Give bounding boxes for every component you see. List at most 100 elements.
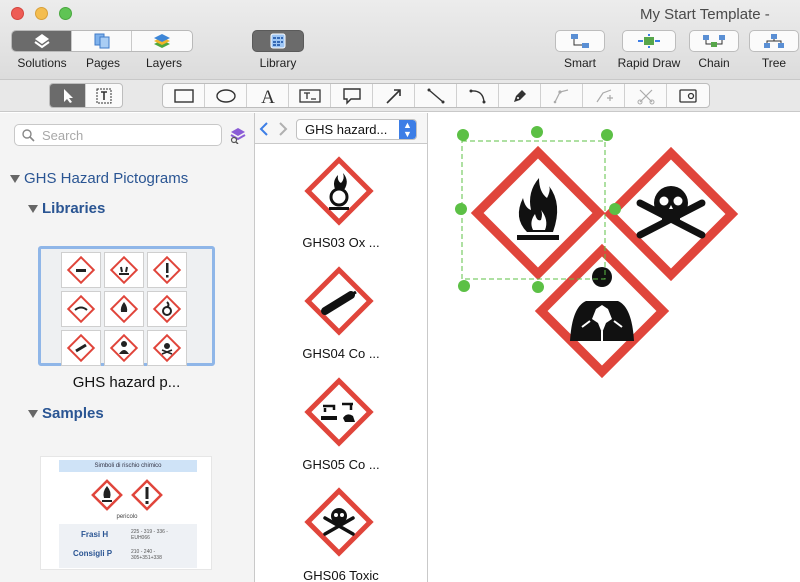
- window-toolbar: My Start Template - Solutions Pages Laye…: [0, 0, 800, 80]
- search-icon: [22, 129, 35, 142]
- arrow-tool[interactable]: [373, 84, 415, 107]
- sample-row2-value: 210 - 240 - 305+351+338: [131, 549, 162, 561]
- callout-tool[interactable]: [331, 84, 373, 107]
- view-segmented-control: [11, 30, 193, 52]
- pages-button[interactable]: [72, 31, 132, 51]
- solutions-button[interactable]: [12, 31, 72, 51]
- bezier-tool[interactable]: [541, 84, 583, 107]
- close-window-button[interactable]: [11, 7, 24, 20]
- thumb-pictogram: [147, 330, 187, 366]
- text-box-icon: [96, 88, 112, 103]
- smart-label: Smart: [563, 56, 596, 70]
- shape-tools: A: [162, 83, 710, 108]
- arc-tool[interactable]: [457, 84, 499, 107]
- tree-item-libraries[interactable]: Libraries: [28, 200, 105, 217]
- tree-label: Tree: [761, 56, 787, 70]
- text-block-icon: [298, 88, 321, 103]
- sample-table: Frasi H 225 - 319 - 336 - EUH066 Consigl…: [59, 524, 197, 568]
- scissors-icon: [637, 89, 654, 104]
- thumb-pictogram: [61, 291, 101, 327]
- add-point-tool[interactable]: [583, 84, 625, 107]
- diagonal-arrow-icon: [385, 88, 401, 104]
- tree-button[interactable]: [749, 30, 799, 52]
- library-item-ghs03-oxidizing[interactable]: [301, 153, 377, 229]
- sample-header: Simboli di rischio chimico: [59, 460, 197, 472]
- text-select-tool[interactable]: [86, 84, 122, 107]
- chain-label: Chain: [698, 56, 730, 70]
- drawing-tools-bar: A: [0, 80, 800, 112]
- text-block-tool[interactable]: [289, 84, 331, 107]
- bezier-curve-icon: [553, 88, 568, 103]
- drawing-canvas[interactable]: [428, 113, 800, 582]
- line-tool[interactable]: [415, 84, 457, 107]
- ellipse-tool[interactable]: [205, 84, 247, 107]
- text-a-icon: A: [261, 87, 275, 105]
- disclosure-triangle-icon: [28, 205, 38, 214]
- layers-button[interactable]: [132, 31, 192, 51]
- disclosure-triangle-icon: [28, 410, 38, 419]
- selection-handle-middle-left[interactable]: [455, 203, 467, 215]
- rapid-draw-icon: [638, 34, 660, 48]
- library-panel: GHS hazard... ▲ ▼ GHS03 Ox ... GHS04 Co .…: [255, 113, 428, 582]
- pages-icon: [94, 33, 109, 49]
- library-item-ghs06-toxic[interactable]: [301, 484, 377, 560]
- arrow-pointer-icon: [63, 88, 73, 103]
- sample-row1-label: Frasi H: [81, 530, 109, 539]
- selection-handle-bottom-middle[interactable]: [532, 281, 544, 293]
- scissors-tool[interactable]: [625, 84, 667, 107]
- chevron-left-icon[interactable]: [259, 122, 269, 136]
- library-item-ghs05-corrosive[interactable]: [301, 374, 377, 450]
- pen-tool[interactable]: [499, 84, 541, 107]
- sample-flame-pictogram: [91, 479, 123, 511]
- thumb-pictogram: [61, 330, 101, 366]
- chevron-right-icon[interactable]: [278, 122, 288, 136]
- rapid-draw-label: Rapid Draw: [617, 56, 681, 70]
- selection-handle-bottom-left[interactable]: [458, 280, 470, 292]
- format-painter-tool[interactable]: [667, 84, 709, 107]
- smart-button[interactable]: [555, 30, 605, 52]
- minimize-window-button[interactable]: [35, 7, 48, 20]
- thumb-pictogram: [61, 252, 101, 288]
- rapid-draw-button[interactable]: [622, 30, 676, 52]
- solutions-label: Solutions: [17, 56, 67, 70]
- add-point-icon: [596, 88, 613, 102]
- library-thumbnail-label: GHS hazard p...: [72, 374, 181, 391]
- tree-item-ghs-hazard-pictograms[interactable]: GHS Hazard Pictograms: [10, 170, 188, 187]
- sample-thumbnail[interactable]: Simboli di rischio chimico pericolo Fras…: [40, 456, 212, 570]
- solutions-sidebar: Search GHS Hazard Pictograms Libraries G…: [0, 113, 255, 582]
- rectangle-tool[interactable]: [163, 84, 205, 107]
- sample-row2-label: Consigli P: [73, 549, 113, 558]
- library-item-label: GHS05 Co ...: [302, 457, 380, 472]
- library-item-ghs04-compressed-gas[interactable]: [301, 263, 377, 339]
- selection-handle-top-left[interactable]: [457, 129, 469, 141]
- library-panel-header: GHS hazard... ▲ ▼: [255, 113, 427, 144]
- search-input[interactable]: Search: [14, 124, 222, 146]
- library-thumbnail[interactable]: [38, 246, 215, 366]
- window-title: My Start Template -: [640, 6, 770, 23]
- library-button[interactable]: [252, 30, 304, 52]
- sample-exclamation-pictogram: [131, 479, 163, 511]
- solution-manager-icon[interactable]: [230, 127, 247, 144]
- library-select[interactable]: GHS hazard... ▲ ▼: [296, 119, 417, 140]
- selection-handle-top-middle[interactable]: [531, 126, 543, 138]
- layers-label: Layers: [145, 56, 183, 70]
- selection-tools: [49, 83, 123, 108]
- thumb-pictogram: [104, 330, 144, 366]
- library-item-label: GHS04 Co ...: [302, 346, 380, 361]
- text-tool[interactable]: A: [247, 84, 289, 107]
- smart-connector-icon: [571, 34, 589, 48]
- select-arrows-icon: ▲ ▼: [399, 120, 416, 139]
- thumb-pictogram: [104, 291, 144, 327]
- chain-button[interactable]: [689, 30, 739, 52]
- thumb-pictogram: [104, 252, 144, 288]
- selection-handle-middle-right[interactable]: [609, 203, 621, 215]
- selection-handle-top-right[interactable]: [601, 129, 613, 141]
- solutions-icon: [33, 34, 50, 49]
- library-grid-icon: [270, 33, 286, 49]
- sample-row1-value: 225 - 319 - 336 - EUH066: [131, 529, 168, 541]
- select-tool[interactable]: [50, 84, 86, 107]
- tree-item-samples[interactable]: Samples: [28, 405, 104, 422]
- sample-caption: pericolo: [116, 514, 138, 520]
- svg-text:A: A: [261, 87, 275, 105]
- maximize-window-button[interactable]: [59, 7, 72, 20]
